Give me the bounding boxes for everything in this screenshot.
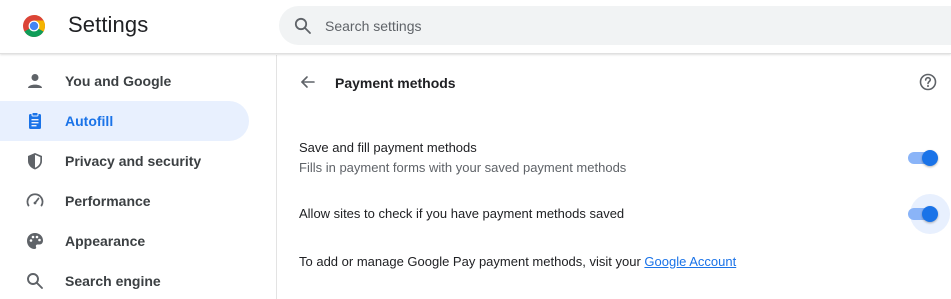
sidebar-item-label: Search engine (65, 273, 161, 289)
toggle-knob (922, 150, 938, 166)
sidebar-item-autofill[interactable]: Autofill (0, 101, 249, 141)
sidebar: You and Google Autofill Privacy and secu… (0, 55, 277, 299)
shield-icon (28, 153, 42, 170)
sidebar-item-label: You and Google (65, 73, 172, 89)
back-arrow-icon[interactable] (298, 72, 318, 92)
speedometer-icon (26, 193, 44, 207)
palette-icon (27, 233, 43, 249)
sidebar-item-performance[interactable]: Performance (0, 181, 249, 221)
page-title: Payment methods (335, 75, 456, 91)
google-pay-footer: To add or manage Google Pay payment meth… (299, 254, 736, 269)
sidebar-item-search-engine[interactable]: Search engine (0, 261, 249, 299)
sidebar-item-label: Privacy and security (65, 153, 202, 169)
app-title: Settings (68, 12, 149, 37)
search-icon (294, 17, 311, 34)
help-icon[interactable] (918, 72, 938, 92)
setting-title-allow-sites-check: Allow sites to check if you have payment… (299, 206, 625, 221)
search-icon (27, 273, 43, 289)
sidebar-item-label: Performance (65, 193, 151, 209)
sidebar-item-privacy-and-security[interactable]: Privacy and security (0, 141, 249, 181)
sidebar-item-appearance[interactable]: Appearance (0, 221, 249, 261)
clipboard-icon (29, 112, 41, 129)
toggle-knob (922, 206, 938, 222)
setting-title-save-and-fill: Save and fill payment methods (299, 140, 477, 155)
person-icon (28, 74, 42, 88)
sidebar-item-you-and-google[interactable]: You and Google (0, 61, 249, 101)
sidebar-item-label: Autofill (65, 113, 114, 129)
save-payment-methods-toggle[interactable] (900, 143, 940, 173)
sidebar-item-label: Appearance (65, 233, 146, 249)
search-input[interactable] (325, 16, 925, 36)
main-panel: Payment methods Save and fill payment me… (278, 55, 951, 299)
chrome-logo-icon (23, 15, 45, 37)
setting-subtitle-save-and-fill: Fills in payment forms with your saved p… (299, 160, 627, 175)
google-account-link[interactable]: Google Account (644, 254, 736, 269)
search-bar[interactable] (279, 6, 951, 45)
allow-sites-check-toggle[interactable] (900, 194, 950, 234)
footer-text: To add or manage Google Pay payment meth… (299, 254, 645, 269)
top-bar: Settings (0, 0, 951, 54)
